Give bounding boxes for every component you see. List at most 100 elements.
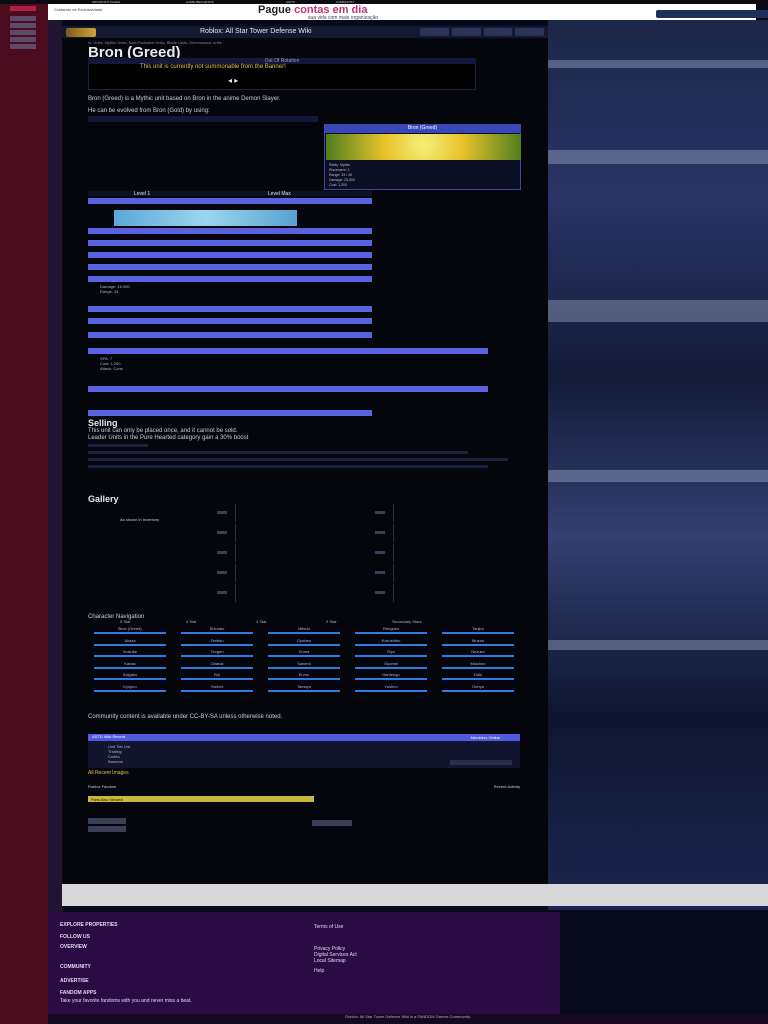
upgrade-row[interactable] (88, 198, 372, 204)
history-icon[interactable] (483, 28, 513, 36)
character-nav-link[interactable]: Doma (268, 649, 340, 657)
gallery-expand-icon[interactable] (217, 571, 227, 574)
gallery-item[interactable] (98, 524, 236, 542)
recent-images-link[interactable]: All Recent Images (88, 770, 129, 776)
fans-item-thumb[interactable] (88, 826, 126, 832)
character-nav-link[interactable]: Zenitsu (181, 638, 253, 646)
gallery-expand-icon[interactable] (217, 551, 227, 554)
character-nav-link[interactable]: Kyojuro (94, 684, 166, 692)
character-nav-link[interactable]: Kokushibo (355, 638, 427, 646)
upgrade-row[interactable] (88, 332, 372, 338)
character-nav-underline (94, 678, 166, 680)
character-nav-link[interactable]: Mitsuri (268, 626, 340, 634)
gallery-expand-icon[interactable] (375, 571, 385, 574)
rail-item[interactable] (10, 37, 36, 42)
ad-cta-button[interactable] (656, 10, 768, 18)
upgrade-row[interactable] (88, 252, 372, 258)
fandom-mini-right[interactable]: Recent Activity (494, 784, 520, 789)
upgrade-row[interactable] (88, 348, 488, 354)
media-controls[interactable]: ◂ ▸ (228, 76, 238, 85)
upgrade-row[interactable] (88, 318, 372, 324)
character-nav-link[interactable]: Inosuke (94, 649, 166, 657)
character-nav-link[interactable]: Tanjiro (442, 626, 514, 634)
character-nav-link[interactable]: Tamayo (268, 684, 340, 692)
recent-more-button[interactable] (450, 760, 512, 765)
character-nav-link[interactable]: Gyomei (355, 661, 427, 669)
nav-tab[interactable]: Secondary Stars (392, 619, 422, 625)
nav-tab[interactable]: 3 Star (256, 619, 267, 625)
nav-tab[interactable]: 2 Star (326, 619, 337, 625)
fans-item-thumb[interactable] (312, 820, 352, 826)
rail-item[interactable] (10, 23, 36, 28)
gallery-expand-icon[interactable] (375, 531, 385, 534)
character-nav-link[interactable]: Yushiro (355, 684, 427, 692)
ad-banner[interactable]: Cuidando de Exclusividade Pague contas e… (48, 4, 768, 21)
gallery-expand-icon[interactable] (217, 591, 227, 594)
footer-link[interactable]: Help (314, 968, 324, 974)
gallery-item[interactable] (98, 564, 236, 582)
character-nav-link[interactable]: Sanemi (268, 661, 340, 669)
fandom-mini-left[interactable]: Roblox Fandom (88, 784, 116, 789)
character-nav-link[interactable]: Rui (181, 672, 253, 680)
edit-button[interactable] (451, 28, 481, 36)
gallery-item[interactable] (98, 584, 236, 602)
footer-link[interactable]: Local Sitemap (314, 958, 346, 964)
gallery-expand-icon[interactable] (217, 531, 227, 534)
infobox-image[interactable] (326, 134, 521, 160)
character-nav-link[interactable]: Muichiro (442, 661, 514, 669)
upgrade-row[interactable] (88, 386, 488, 392)
gallery-item[interactable] (256, 524, 394, 542)
character-nav-link[interactable]: Tengen (181, 649, 253, 657)
character-nav-link[interactable]: Daki (442, 672, 514, 680)
gallery-expand-icon[interactable] (375, 511, 385, 514)
site-name[interactable]: Roblox: All Star Tower Defense Wiki (200, 28, 312, 35)
gallery-item[interactable] (98, 544, 236, 562)
background-streak (548, 60, 768, 68)
rail-item[interactable] (10, 16, 36, 21)
gallery-item[interactable] (256, 564, 394, 582)
gallery-item[interactable] (256, 584, 394, 602)
character-nav-link[interactable]: Enmu (268, 672, 340, 680)
character-nav-link[interactable]: Hantengu (355, 672, 427, 680)
recent-item[interactable]: Banners (108, 759, 130, 764)
character-nav-link[interactable]: Shinobu (181, 626, 253, 634)
fans-item-thumb[interactable] (88, 818, 126, 824)
gallery-expand-icon[interactable] (375, 551, 385, 554)
fandom-logo-icon[interactable] (10, 6, 36, 11)
more-icon[interactable] (515, 28, 544, 36)
character-nav-link[interactable]: Kaigaku (94, 672, 166, 680)
upgrade-row[interactable] (88, 228, 372, 234)
character-nav-link[interactable]: Bron (Greed) (94, 626, 166, 634)
character-nav-link[interactable]: Genya (442, 684, 514, 692)
gallery-item[interactable]: As shown in Inventory (98, 504, 236, 522)
character-nav-link[interactable]: Yoriichi (181, 684, 253, 692)
character-nav-link[interactable]: Muzan (442, 638, 514, 646)
nav-tab[interactable]: 5 Star (120, 619, 131, 625)
character-nav-link[interactable]: Nezuko (442, 649, 514, 657)
character-nav-link[interactable]: Giyu (355, 649, 427, 657)
character-nav-label: Kanao (124, 660, 136, 666)
nav-tab[interactable]: 4 Star (186, 619, 197, 625)
character-nav-link[interactable]: Rengoku (355, 626, 427, 634)
gallery-item[interactable] (256, 544, 394, 562)
upgrade-row[interactable] (88, 264, 372, 270)
footer-explore[interactable]: EXPLORE PROPERTIES (60, 922, 118, 928)
character-nav-link[interactable]: Gyutaro (268, 638, 340, 646)
upgrade-image[interactable] (114, 210, 297, 226)
upgrade-row[interactable] (88, 276, 372, 282)
gallery-expand-icon[interactable] (375, 591, 385, 594)
upgrade-row[interactable] (88, 306, 372, 312)
search-icon[interactable] (420, 28, 449, 36)
footer-link[interactable]: Terms of Use (314, 924, 343, 930)
character-nav-link[interactable]: Akaza (94, 638, 166, 646)
character-nav-label: Gyomei (384, 660, 398, 666)
upgrade-row[interactable] (88, 410, 372, 416)
rail-item[interactable] (10, 44, 36, 49)
gallery-expand-icon[interactable] (217, 511, 227, 514)
rail-item[interactable] (10, 30, 36, 35)
upgrade-row[interactable] (88, 240, 372, 246)
wiki-logo[interactable] (66, 28, 96, 37)
gallery-item[interactable] (256, 504, 394, 522)
character-nav-link[interactable]: Kanao (94, 661, 166, 669)
character-nav-link[interactable]: Obanai (181, 661, 253, 669)
